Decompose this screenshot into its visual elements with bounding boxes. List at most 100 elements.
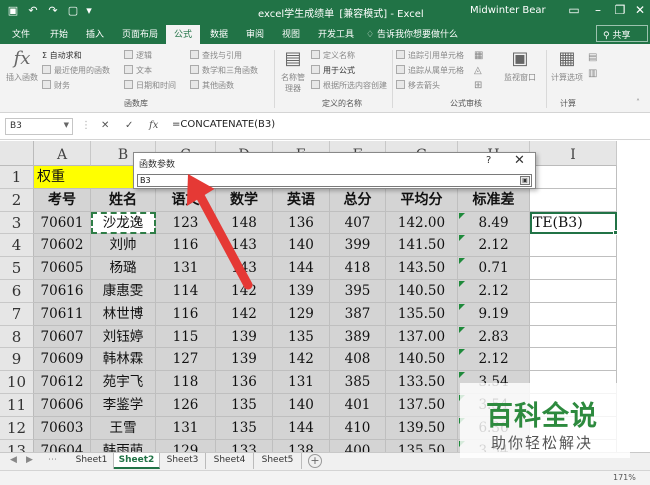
cell-f13[interactable]: 400	[330, 439, 386, 452]
cell-c8[interactable]: 115	[156, 325, 216, 349]
cell-g11[interactable]: 137.50	[386, 394, 458, 417]
cell-c9[interactable]: 127	[156, 348, 216, 372]
logical-button[interactable]: 逻辑	[124, 50, 152, 61]
tab-data[interactable]: 数据	[210, 27, 228, 40]
enter-icon[interactable]: ✓	[125, 120, 133, 131]
cell-e7[interactable]: 129	[273, 302, 330, 326]
cell-f10[interactable]: 385	[330, 371, 386, 394]
undo-icon[interactable]: ↶	[26, 4, 40, 18]
sheet-tab-2[interactable]: Sheet2	[114, 453, 160, 469]
cell-c7[interactable]: 116	[156, 302, 216, 326]
cell-a4[interactable]: 70602	[34, 234, 91, 258]
cell-h9[interactable]: 2.12	[458, 348, 530, 372]
cell-c10[interactable]: 118	[156, 371, 216, 394]
new-file-icon[interactable]: ▢	[66, 4, 80, 18]
cell-g3[interactable]: 142.00	[386, 211, 458, 235]
show-formulas-icon[interactable]: ▦	[474, 50, 483, 61]
error-check-icon[interactable]: ◬	[474, 65, 482, 76]
cell-b6[interactable]: 康惠雯	[91, 280, 156, 303]
text-button[interactable]: 文本	[124, 65, 152, 76]
zoom-level[interactable]: 171%	[613, 473, 636, 482]
cell-a11[interactable]: 70606	[34, 394, 91, 417]
trace-dependents-button[interactable]: 追踪从属单元格	[396, 65, 464, 76]
select-all-corner[interactable]	[0, 141, 34, 166]
insert-function-button[interactable]: fx 插入函数	[3, 48, 41, 83]
row-header-7[interactable]: 7	[0, 302, 34, 326]
cell-a13[interactable]: 70604	[34, 439, 91, 452]
tab-developer[interactable]: 开发工具	[318, 27, 354, 40]
tab-view[interactable]: 视图	[282, 27, 300, 40]
cell-e6[interactable]: 139	[273, 280, 330, 303]
cell-e5[interactable]: 144	[273, 257, 330, 280]
expand-dialog-icon[interactable]: ▣	[520, 176, 530, 185]
remove-arrows-button[interactable]: 移去箭头	[396, 80, 440, 91]
cell-g12[interactable]: 139.50	[386, 416, 458, 440]
formula-input[interactable]: =CONCATENATE(B3)	[172, 119, 275, 130]
lookup-button[interactable]: 查找与引用	[190, 50, 242, 61]
recent-functions-button[interactable]: 最近使用的函数	[42, 65, 110, 76]
row-header-3[interactable]: 3	[0, 211, 34, 235]
column-header-i[interactable]: I	[530, 141, 617, 166]
cell-i8[interactable]	[530, 325, 617, 349]
cell-i1[interactable]	[530, 166, 617, 189]
row-header-2[interactable]: 2	[0, 188, 34, 212]
cell-e4[interactable]: 140	[273, 234, 330, 258]
watch-window-button[interactable]: ▣ 监视窗口	[500, 48, 540, 83]
cell-b9[interactable]: 韩林霖	[91, 348, 156, 372]
cell-f11[interactable]: 401	[330, 394, 386, 417]
cell-h7[interactable]: 9.19	[458, 302, 530, 326]
cell-d9[interactable]: 139	[216, 348, 273, 372]
create-from-selection-button[interactable]: 根据所选内容创建	[311, 80, 387, 91]
maximize-icon[interactable]: ❐	[612, 3, 628, 17]
cell-f3[interactable]: 407	[330, 211, 386, 235]
column-header-a[interactable]: A	[34, 141, 91, 166]
cell-h3[interactable]: 8.49	[458, 211, 530, 235]
cell-d8[interactable]: 139	[216, 325, 273, 349]
row-header-6[interactable]: 6	[0, 280, 34, 303]
cell-e13[interactable]: 138	[273, 439, 330, 452]
cancel-icon[interactable]: ✕	[101, 120, 109, 131]
row-header-11[interactable]: 11	[0, 394, 34, 417]
row-header-5[interactable]: 5	[0, 257, 34, 280]
prev-sheet-icon[interactable]: ◀	[10, 455, 17, 465]
cell-b4[interactable]: 刘帅	[91, 234, 156, 258]
autosum-button[interactable]: Σ 自动求和	[42, 50, 82, 61]
cell-b7[interactable]: 林世博	[91, 302, 156, 326]
sheet-tab-1[interactable]: Sheet1	[70, 453, 114, 469]
cell-g4[interactable]: 141.50	[386, 234, 458, 258]
cell-g10[interactable]: 133.50	[386, 371, 458, 394]
tell-me-box[interactable]: ♢ 告诉我你想要做什么	[366, 27, 458, 40]
cell-i4[interactable]	[530, 234, 617, 258]
next-sheet-icon[interactable]: ▶	[26, 455, 33, 465]
customize-qat-icon[interactable]: ▾	[82, 4, 96, 18]
sheet-tab-4[interactable]: Sheet4	[206, 453, 254, 469]
cell-i2[interactable]	[530, 188, 617, 212]
save-icon[interactable]: ▣	[6, 4, 20, 18]
row-header-10[interactable]: 10	[0, 371, 34, 394]
cell-f9[interactable]: 408	[330, 348, 386, 372]
tab-formulas[interactable]: 公式	[166, 25, 201, 44]
close-icon[interactable]: ✕	[514, 153, 525, 168]
cell-h5[interactable]: 0.71	[458, 257, 530, 280]
math-button[interactable]: 数学和三角函数	[190, 65, 258, 76]
cell-b13[interactable]: 韩雨萌	[91, 439, 156, 452]
cell-a7[interactable]: 70611	[34, 302, 91, 326]
cell-d12[interactable]: 135	[216, 416, 273, 440]
cell-i6[interactable]	[530, 280, 617, 303]
datetime-button[interactable]: 日期和时间	[124, 80, 176, 91]
cell-e8[interactable]: 135	[273, 325, 330, 349]
cell-b12[interactable]: 王雪	[91, 416, 156, 440]
cell-e9[interactable]: 142	[273, 348, 330, 372]
cell-g7[interactable]: 135.50	[386, 302, 458, 326]
row-header-12[interactable]: 12	[0, 416, 34, 440]
chevron-down-icon[interactable]: ▼	[64, 121, 69, 129]
use-in-formula-button[interactable]: 用于公式	[311, 65, 355, 76]
cell-f8[interactable]: 389	[330, 325, 386, 349]
sheet-menu-icon[interactable]: ⋯	[48, 455, 57, 465]
cell-h4[interactable]: 2.12	[458, 234, 530, 258]
tab-file[interactable]: 文件	[12, 27, 30, 40]
cell-g5[interactable]: 143.50	[386, 257, 458, 280]
define-name-button[interactable]: 定义名称	[311, 50, 355, 61]
cell-a8[interactable]: 70607	[34, 325, 91, 349]
cell-d10[interactable]: 136	[216, 371, 273, 394]
